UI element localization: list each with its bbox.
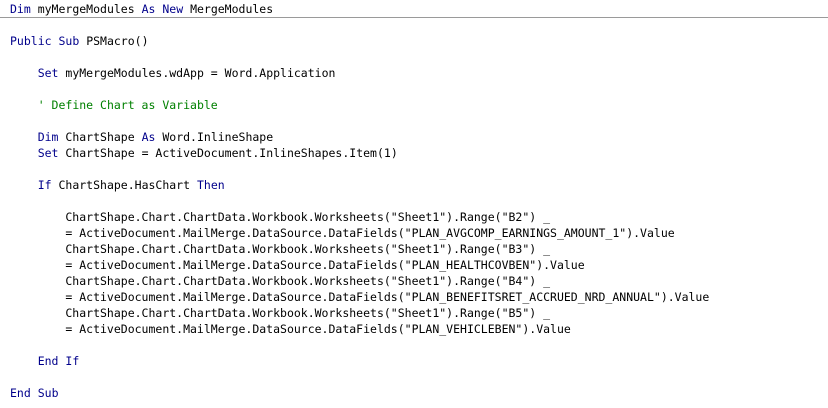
code-line[interactable]: Dim ChartShape As Word.InlineShape xyxy=(10,129,273,145)
code-line[interactable]: If ChartShape.HasChart Then xyxy=(10,177,225,193)
code-token: Word.InlineShape xyxy=(155,130,274,144)
code-token: MergeModules xyxy=(183,2,274,16)
keyword-token: If xyxy=(65,354,80,368)
keyword-token: Set xyxy=(37,66,59,80)
keyword-token: Then xyxy=(196,178,225,192)
code-token: ChartShape = ActiveDocument.InlineShapes… xyxy=(58,146,398,160)
code-token: ChartShape.Chart.ChartData.Workbook.Work… xyxy=(10,274,551,288)
code-token: myMergeModules.wdApp = Word.Application xyxy=(58,66,336,80)
code-line[interactable]: ChartShape.Chart.ChartData.Workbook.Work… xyxy=(10,241,550,257)
code-token: ChartShape.Chart.ChartData.Workbook.Work… xyxy=(10,306,551,320)
code-line[interactable]: Dim myMergeModules As New MergeModules xyxy=(10,1,273,17)
keyword-token: End xyxy=(37,354,59,368)
keyword-token: New xyxy=(162,2,184,16)
keyword-token: As xyxy=(141,2,156,16)
code-line[interactable]: ' Define Chart as Variable xyxy=(10,97,218,113)
keyword-token: Sub xyxy=(58,34,80,48)
code-line[interactable]: = ActiveDocument.MailMerge.DataSource.Da… xyxy=(10,225,675,241)
code-editor[interactable]: Dim myMergeModules As New MergeModules Pu… xyxy=(0,0,828,408)
keyword-token: Public xyxy=(10,34,52,48)
code-line[interactable]: Set ChartShape = ActiveDocument.InlineSh… xyxy=(10,145,398,161)
keyword-token: Dim xyxy=(37,130,59,144)
keyword-token: Sub xyxy=(37,386,59,400)
code-line[interactable]: ChartShape.Chart.ChartData.Workbook.Work… xyxy=(10,209,550,225)
keyword-token: As xyxy=(141,130,156,144)
declarations-separator xyxy=(0,17,828,18)
code-token: ChartShape.Chart.ChartData.Workbook.Work… xyxy=(10,210,551,224)
comment-token: ' Define Chart as Variable xyxy=(37,98,218,112)
code-token: ChartShape.HasChart xyxy=(51,178,197,192)
code-token: = ActiveDocument.MailMerge.DataSource.Da… xyxy=(10,226,675,240)
code-line[interactable]: End If xyxy=(10,353,80,369)
keyword-token: If xyxy=(37,178,52,192)
keyword-token: Dim xyxy=(10,2,31,16)
code-token: myMergeModules xyxy=(30,2,142,16)
code-line[interactable]: ChartShape.Chart.ChartData.Workbook.Work… xyxy=(10,273,550,289)
code-token: = ActiveDocument.MailMerge.DataSource.Da… xyxy=(10,322,571,336)
code-line[interactable]: ChartShape.Chart.ChartData.Workbook.Work… xyxy=(10,305,550,321)
code-line[interactable]: End Sub xyxy=(10,385,59,401)
code-token: = ActiveDocument.MailMerge.DataSource.Da… xyxy=(10,290,710,304)
code-line[interactable]: = ActiveDocument.MailMerge.DataSource.Da… xyxy=(10,257,585,273)
code-line[interactable]: Public Sub PSMacro() xyxy=(10,33,149,49)
code-token: PSMacro() xyxy=(79,34,149,48)
code-line[interactable]: = ActiveDocument.MailMerge.DataSource.Da… xyxy=(10,289,709,305)
code-line[interactable]: Set myMergeModules.wdApp = Word.Applicat… xyxy=(10,65,336,81)
code-token: ChartShape.Chart.ChartData.Workbook.Work… xyxy=(10,242,551,256)
code-token: ChartShape xyxy=(58,130,142,144)
code-token: = ActiveDocument.MailMerge.DataSource.Da… xyxy=(10,258,585,272)
keyword-token: Set xyxy=(37,146,59,160)
code-line[interactable]: = ActiveDocument.MailMerge.DataSource.Da… xyxy=(10,321,571,337)
keyword-token: End xyxy=(10,386,31,400)
